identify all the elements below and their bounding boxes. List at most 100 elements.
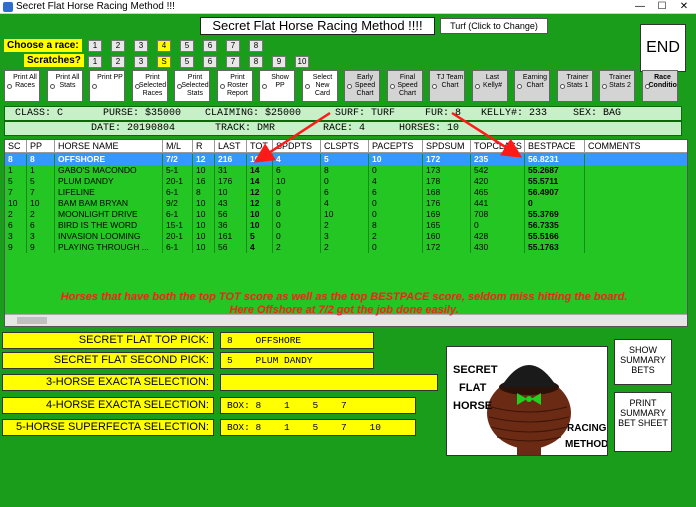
radio-dot-icon — [347, 84, 352, 89]
column-header-pp[interactable]: PP — [27, 140, 55, 153]
table-row[interactable]: 9 9 PLAYING THROUGH ... 6-1 10 56 4 2 2 0 172 430 55… — [5, 242, 687, 253]
toolbar-button-select-new-card[interactable]: Select New Card — [301, 70, 338, 102]
print-summary-bet-sheet-button[interactable]: PRINT SUMMARY BET SHEET — [614, 392, 672, 452]
race-button-4[interactable]: 4 — [157, 40, 171, 52]
scratch-button-9[interactable]: 9 — [272, 56, 286, 68]
column-header-last[interactable]: LAST — [215, 140, 247, 153]
column-header-topclass[interactable]: TOPCLASS — [471, 140, 525, 153]
scratch-button-2[interactable]: 2 — [111, 56, 125, 68]
table-cell-pp: 5 — [27, 176, 55, 187]
toolbar-button-label: Print All Stats — [55, 74, 80, 89]
table-cell-tot: 5 — [247, 231, 273, 242]
toolbar-button-label: TJ Team Chart — [436, 74, 464, 89]
table-cell-pacepts: 0 — [369, 165, 423, 176]
race-button-1[interactable]: 1 — [88, 40, 102, 52]
table-row[interactable]: 7 7 LIFELINE 6-1 8 10 12 0 6 6 168 465 56.4907 — [5, 187, 687, 198]
radio-dot-icon — [304, 84, 310, 89]
table-cell-spdsum: 178 — [423, 176, 471, 187]
column-header-spdpts[interactable]: SPDPTS — [273, 140, 321, 153]
column-header-sc[interactable]: SC — [5, 140, 27, 153]
table-cell-spdpts: 6 — [273, 165, 321, 176]
race-button-8[interactable]: 8 — [249, 40, 263, 52]
column-header-comments[interactable]: COMMENTS — [585, 140, 687, 153]
surface-toggle-button[interactable]: Turf (Click to Change) — [440, 18, 548, 34]
radio-dot-icon — [602, 84, 607, 89]
table-cell-clspts: 2 — [321, 242, 369, 253]
column-header-clspts[interactable]: CLSPTS — [321, 140, 369, 153]
show-summary-bets-button[interactable]: SHOW SUMMARY BETS — [614, 339, 672, 385]
toolbar-button-print-all-stats[interactable]: Print All Stats — [46, 70, 83, 102]
toolbar-button-print-selected-races[interactable]: Print Selected Races — [131, 70, 168, 102]
toolbar-button-race-conditions[interactable]: Race Conditions — [641, 70, 678, 102]
race-date: DATE: 20190804 — [91, 123, 176, 134]
table-cell-clspts: 6 — [321, 187, 369, 198]
scratch-button-6[interactable]: 6 — [203, 56, 217, 68]
toolbar-button-label: Print PP — [97, 74, 123, 81]
table-cell-sc: 10 — [5, 198, 27, 209]
race-button-6[interactable]: 6 — [203, 40, 217, 52]
table-cell-bestpace: 55.2687 — [525, 165, 585, 176]
column-header-bestpace[interactable]: BESTPACE — [525, 140, 585, 153]
close-button[interactable]: ✕ — [674, 0, 694, 13]
table-row[interactable]: 2 2 MOONLIGHT DRIVE 6-1 10 56 10 0 10 0 169 708 55.3… — [5, 209, 687, 220]
scratch-button-7[interactable]: 7 — [226, 56, 240, 68]
table-row[interactable]: 1 1 GABO'S MACONDO 5-1 10 31 14 6 8 0 173 542 55.268… — [5, 165, 687, 176]
scratch-button-4[interactable]: S — [157, 56, 171, 68]
table-row[interactable]: 8 8 OFFSHORE 7/2 12 216 19 4 5 10 172 235 56.8231 — [5, 154, 687, 165]
race-furlongs: FUR: 8 — [425, 108, 462, 119]
radio-dot-icon — [559, 84, 565, 89]
radio-dot-icon — [432, 84, 437, 89]
column-header-tot[interactable]: TOT — [247, 140, 273, 153]
top-pick-label: SECRET FLAT TOP PICK: — [2, 332, 214, 349]
scratch-button-10[interactable]: 10 — [295, 56, 309, 68]
column-header-horse-name[interactable]: HORSE NAME — [55, 140, 163, 153]
toolbar-button-last-kelly[interactable]: Last Kelly# — [471, 70, 508, 102]
radio-dot-icon — [262, 84, 267, 89]
minimize-button[interactable]: — — [630, 0, 650, 13]
table-row[interactable]: 3 3 INVASION LOOMING 20-1 10 161 5 0 3 2 160 428 55.… — [5, 231, 687, 242]
table-cell-pacepts: 10 — [369, 154, 423, 165]
race-button-3[interactable]: 3 — [134, 40, 148, 52]
toolbar-button-earning-chart[interactable]: Earning Chart — [514, 70, 550, 102]
toolbar-button-final-speed-chart[interactable]: Final Speed Chart — [386, 70, 423, 102]
toolbar-button-trainer-stats-2[interactable]: Trainer Stats 2 — [599, 70, 635, 102]
table-cell-spdsum: 160 — [423, 231, 471, 242]
toolbar-button-print-selected-stats[interactable]: Print Selected Stats — [174, 70, 210, 102]
table-cell-clspts: 8 — [321, 165, 369, 176]
table-cell-spdpts: 0 — [273, 220, 321, 231]
table-cell-tot: 14 — [247, 165, 273, 176]
toolbar-button-early-speed-chart[interactable]: Early Speed Chart — [344, 70, 380, 102]
table-cell-pp: 2 — [27, 209, 55, 220]
column-header-pacepts[interactable]: PACEPTS — [369, 140, 423, 153]
toolbar-button-print-pp[interactable]: Print PP — [89, 70, 125, 102]
table-row[interactable]: 6 6 BIRD IS THE WORD 15-1 10 36 10 0 2 8 165 0 56.73… — [5, 220, 687, 231]
table-cell-tot: 19 — [247, 154, 273, 165]
scratch-button-3[interactable]: 3 — [134, 56, 148, 68]
race-button-2[interactable]: 2 — [111, 40, 125, 52]
race-info-line-2: DATE: 20190804 TRACK: DMR RACE: 4 HORSES… — [4, 121, 682, 136]
race-button-5[interactable]: 5 — [180, 40, 194, 52]
race-button-7[interactable]: 7 — [226, 40, 240, 52]
maximize-button[interactable]: ☐ — [652, 0, 672, 13]
secret-flat-logo: SECRET FLAT HORSE RACING METHOD — [446, 346, 608, 456]
toolbar-button-tj-team-chart[interactable]: TJ Team Chart — [429, 70, 465, 102]
superfecta-5-label: 5-HORSE SUPERFECTA SELECTION: — [2, 419, 214, 436]
scratch-button-8[interactable]: 8 — [249, 56, 263, 68]
column-header-r[interactable]: R — [193, 140, 215, 153]
toolbar-button-print-roster-report[interactable]: Print Roster Report — [216, 70, 253, 102]
scratch-button-5[interactable]: 5 — [180, 56, 194, 68]
table-row[interactable]: 10 10 BAM BAM BRYAN 9/2 10 43 12 8 4 0 176 441 0 — [5, 198, 687, 209]
column-header-m-l[interactable]: M/L — [163, 140, 193, 153]
table-cell-bestpace: 56.8231 — [525, 154, 585, 165]
toolbar-button-print-all-races[interactable]: Print All Races — [4, 70, 40, 102]
toolbar-button-show-pp[interactable]: Show PP — [259, 70, 295, 102]
scratch-button-1[interactable]: 1 — [88, 56, 102, 68]
end-button[interactable]: END — [640, 24, 686, 72]
toolbar-button-trainer-stats-1[interactable]: Trainer Stats 1 — [556, 70, 593, 102]
column-header-spdsum[interactable]: SPDSUM — [423, 140, 471, 153]
table-cell-clspts: 2 — [321, 220, 369, 231]
scrollbar-thumb[interactable] — [17, 317, 47, 324]
table-cell-pacepts: 0 — [369, 242, 423, 253]
table-cell-pacepts: 0 — [369, 209, 423, 220]
table-row[interactable]: 5 5 PLUM DANDY 20-1 16 176 14 10 0 4 178 420 55.5711 — [5, 176, 687, 187]
